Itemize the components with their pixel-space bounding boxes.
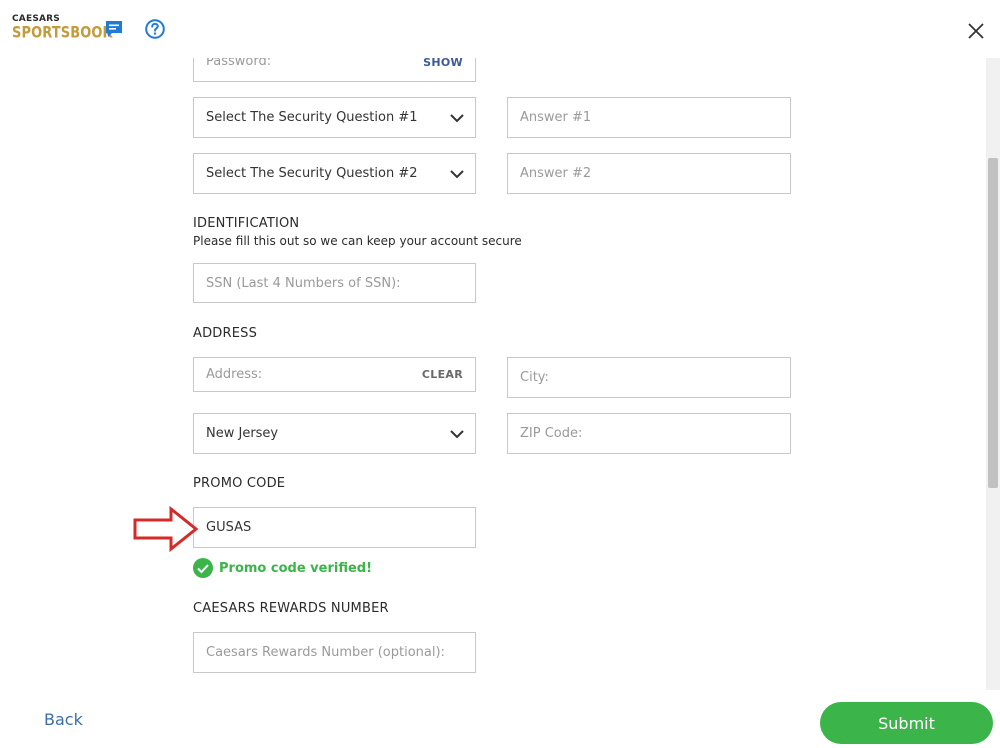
zip-input[interactable]: ZIP Code: [507, 413, 791, 454]
header-bar: CAESARS SPORTSBOOK [0, 0, 1000, 58]
registration-form: Password: SHOW Select The Security Quest… [0, 0, 986, 690]
security-question-2-label: Select The Security Question #2 [206, 166, 418, 181]
back-link[interactable]: Back [44, 710, 83, 729]
city-placeholder: City: [520, 370, 549, 385]
state-value: New Jersey [206, 426, 279, 441]
answer-2-placeholder: Answer #2 [520, 166, 592, 181]
answer-1-input[interactable]: Answer #1 [507, 97, 791, 138]
check-circle-icon [193, 558, 213, 578]
help-icon[interactable] [145, 19, 165, 39]
state-select[interactable]: New Jersey [193, 413, 476, 454]
identification-title: IDENTIFICATION [193, 216, 300, 231]
promo-code-title: PROMO CODE [193, 476, 286, 491]
submit-button[interactable]: Submit [820, 702, 993, 744]
rewards-number-placeholder: Caesars Rewards Number (optional): [206, 645, 445, 660]
security-question-2-select[interactable]: Select The Security Question #2 [193, 153, 476, 194]
security-question-1-label: Select The Security Question #1 [206, 110, 418, 125]
chat-icon[interactable] [105, 20, 123, 38]
ssn-input[interactable]: SSN (Last 4 Numbers of SSN): [193, 263, 476, 303]
promo-code-input[interactable]: GUSAS [193, 507, 476, 548]
red-arrow-annotation [133, 506, 199, 552]
ssn-placeholder: SSN (Last 4 Numbers of SSN): [206, 275, 401, 291]
scrollbar-thumb[interactable] [988, 158, 998, 488]
chevron-down-icon [450, 113, 464, 122]
logo-line-2: SPORTSBOOK [12, 23, 113, 43]
promo-verified-message: Promo code verified! [193, 558, 372, 578]
security-question-1-select[interactable]: Select The Security Question #1 [193, 97, 476, 138]
rewards-number-input[interactable]: Caesars Rewards Number (optional): [193, 632, 476, 673]
chevron-down-icon [450, 169, 464, 178]
promo-code-value: GUSAS [206, 520, 252, 535]
promo-verified-text: Promo code verified! [219, 560, 373, 576]
zip-placeholder: ZIP Code: [520, 426, 583, 441]
logo-line-1: CAESARS [12, 14, 60, 24]
chevron-down-icon [450, 429, 464, 438]
answer-2-input[interactable]: Answer #2 [507, 153, 791, 194]
address-title: ADDRESS [193, 326, 258, 341]
address-input[interactable]: Address: CLEAR [193, 357, 476, 392]
answer-1-placeholder: Answer #1 [520, 110, 592, 125]
clear-address-button[interactable]: CLEAR [422, 358, 463, 391]
city-input[interactable]: City: [507, 357, 791, 398]
close-icon[interactable] [966, 21, 986, 41]
address-placeholder: Address: [206, 367, 263, 382]
rewards-title: CAESARS REWARDS NUMBER [193, 601, 389, 616]
caesars-sportsbook-logo: CAESARS SPORTSBOOK [12, 14, 113, 43]
identification-subtitle: Please fill this out so we can keep your… [193, 234, 522, 248]
